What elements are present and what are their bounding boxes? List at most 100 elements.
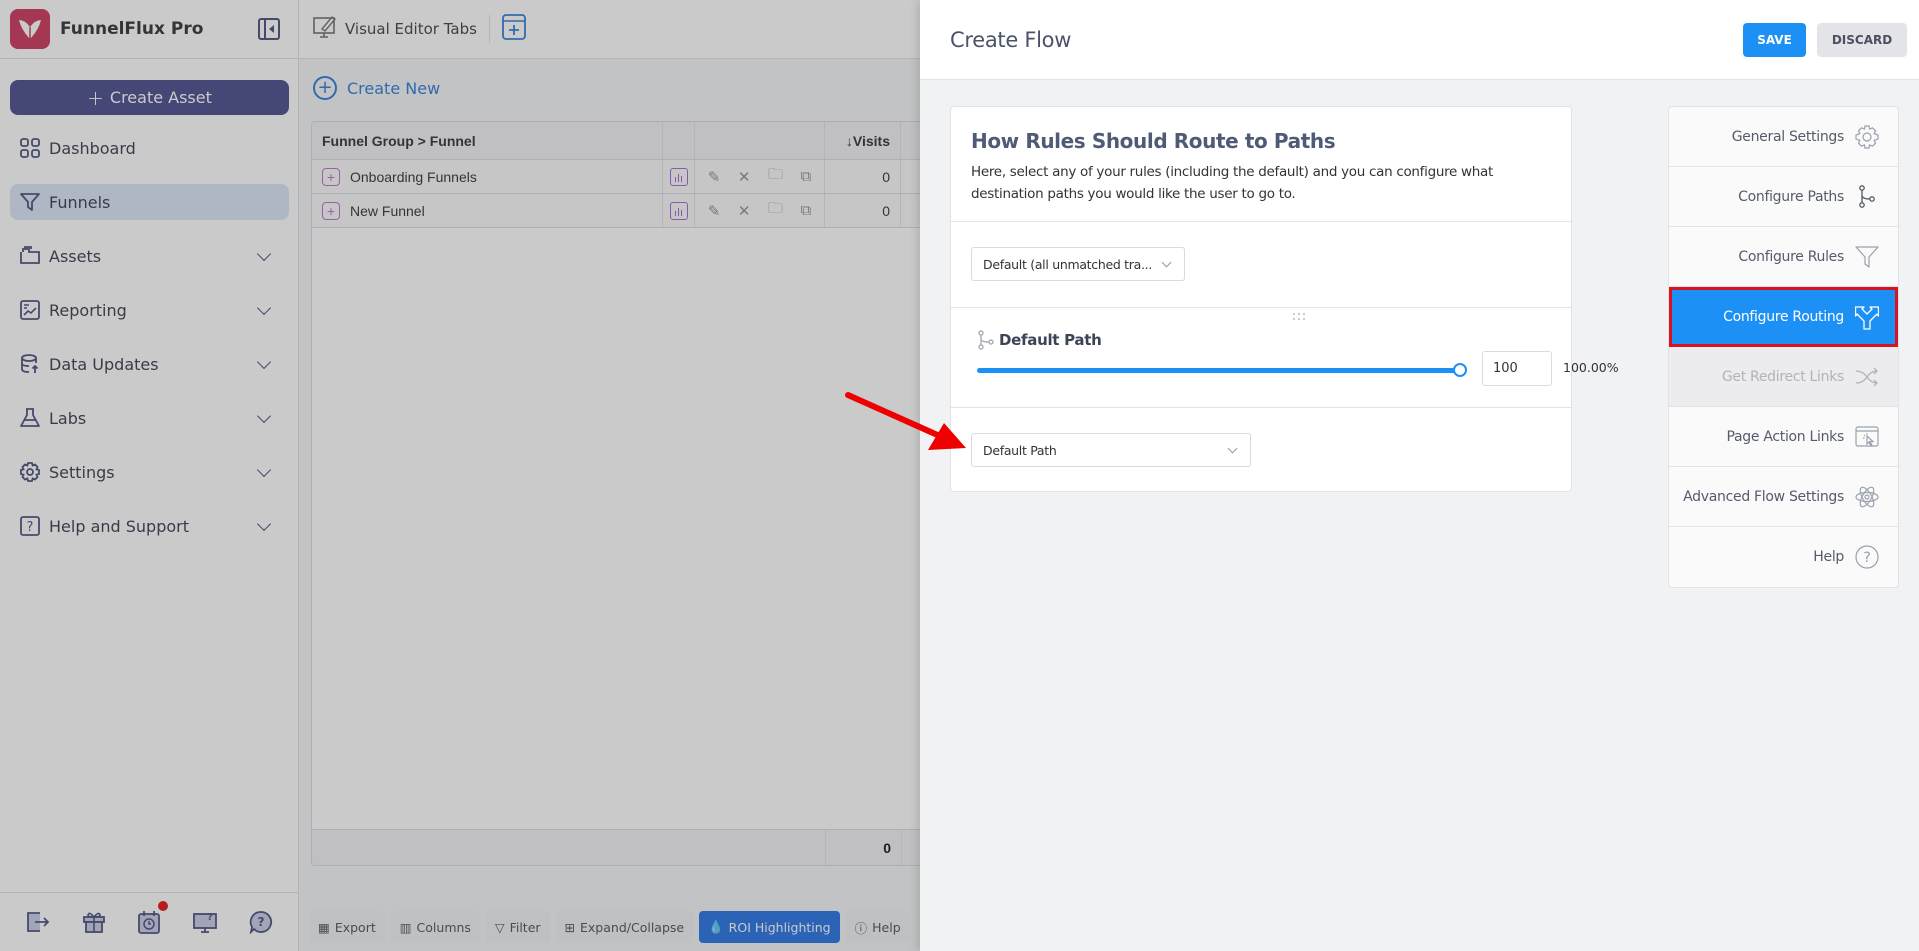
funnel-icon (19, 191, 41, 213)
bar-chart-icon[interactable] (669, 167, 688, 186)
save-button[interactable]: SAVE (1743, 23, 1806, 57)
sidebar: FunnelFlux Pro + Create Asset Dashboard … (0, 0, 299, 951)
path-select[interactable]: Default Path (971, 433, 1251, 467)
plus-circle-icon: + (313, 76, 337, 100)
folder-icon[interactable]: 🗀 (768, 198, 783, 223)
discard-button[interactable]: DISCARD (1817, 23, 1907, 57)
gear-icon (1854, 124, 1880, 150)
menu-help[interactable]: Help ? (1669, 527, 1898, 587)
collapse-sidebar-icon[interactable] (258, 18, 280, 40)
sidebar-item-label: Help and Support (49, 516, 189, 536)
funnel-name-cell: + Onboarding Funnels (312, 160, 663, 193)
delete-x-icon[interactable]: ✕ (738, 168, 751, 186)
edit-pencil-icon[interactable]: ✎ (708, 202, 721, 220)
expand-collapse-button[interactable]: ⊞ Expand/Collapse (555, 911, 694, 943)
brand-logo[interactable] (10, 9, 50, 49)
folder-icon[interactable]: 🗀 (768, 164, 783, 189)
question-circle-icon: ? (1854, 544, 1880, 570)
visual-editor-tabs-label[interactable]: Visual Editor Tabs (345, 20, 477, 38)
menu-page-action-links[interactable]: Page Action Links (1669, 407, 1898, 467)
sidebar-item-label: Assets (49, 246, 102, 266)
question-box-icon: ? (19, 515, 41, 537)
drag-handle-icon[interactable] (1293, 313, 1309, 321)
funnel-name: Onboarding Funnels (350, 168, 477, 185)
menu-configure-paths[interactable]: Configure Paths (1669, 167, 1898, 227)
sidebar-item-label: Data Updates (49, 354, 159, 374)
total-visits: 0 (826, 830, 902, 865)
atom-icon (1854, 484, 1880, 510)
edit-pencil-icon[interactable]: ✎ (708, 168, 721, 186)
table-toolbar: ▦ Export ▥ Columns ▽ Filter ⊞ Expand/Col… (309, 911, 910, 943)
filter-icon (1854, 244, 1880, 270)
notification-dot (158, 901, 169, 911)
chevron-down-icon (1227, 443, 1238, 454)
menu-configure-routing[interactable]: Configure Routing (1669, 287, 1898, 347)
menu-label: Configure Paths (1738, 188, 1844, 205)
delete-x-icon[interactable]: ✕ (738, 202, 751, 220)
filter-button[interactable]: ▽ Filter (485, 911, 550, 943)
report-chart-icon (19, 299, 41, 321)
roi-highlighting-button[interactable]: 💧 ROI Highlighting (699, 911, 840, 943)
routing-title: How Rules Should Route to Paths (971, 129, 1336, 153)
menu-label: Page Action Links (1726, 428, 1844, 445)
path-weight-percent: 100.00% (1563, 360, 1619, 375)
visits-cell: 0 (825, 194, 901, 227)
rule-select[interactable]: Default (all unmatched tra... (971, 247, 1185, 281)
sidebar-item-assets[interactable]: Assets (10, 238, 289, 274)
svg-text:?: ? (27, 520, 34, 535)
chevron-down-icon (256, 300, 272, 316)
export-button[interactable]: ▦ Export (309, 911, 385, 943)
column-header-chart (663, 122, 695, 159)
path-name: Default Path (999, 331, 1102, 349)
help-button[interactable]: ⓘ Help (845, 911, 910, 943)
plus-icon: + (87, 85, 104, 110)
sidebar-item-funnels[interactable]: Funnels (10, 184, 289, 220)
sidebar-item-settings[interactable]: Settings (10, 454, 289, 490)
menu-label: Help (1813, 549, 1844, 565)
menu-general-settings[interactable]: General Settings (1669, 107, 1898, 167)
path-weight-slider[interactable] (977, 363, 1467, 377)
sidebar-item-help-and-support[interactable]: ? Help and Support (10, 508, 289, 544)
calendar-clock-icon[interactable] (136, 901, 169, 935)
logout-icon[interactable] (25, 909, 51, 935)
path-weight-input[interactable]: 100 (1482, 351, 1552, 386)
duplicate-icon[interactable]: ⧉ (800, 202, 811, 219)
funnelflux-logo-icon (19, 20, 41, 38)
create-asset-button[interactable]: + Create Asset (10, 80, 289, 115)
gift-icon[interactable] (81, 909, 107, 935)
menu-advanced-flow-settings[interactable]: Advanced Flow Settings (1669, 467, 1898, 527)
column-header-visits[interactable]: ↓ Visits (825, 122, 901, 159)
create-new-button[interactable]: + Create New (313, 76, 440, 100)
routing-intro: How Rules Should Route to Paths Here, se… (951, 107, 1571, 222)
columns-button[interactable]: ▥ Columns (390, 911, 480, 943)
actions-cell: ✎ ✕ 🗀 ⧉ (695, 160, 825, 193)
monitor-help-icon[interactable]: ? (192, 909, 218, 935)
expand-row-icon[interactable]: + (322, 201, 340, 220)
sidebar-item-labs[interactable]: Labs (10, 400, 289, 436)
sidebar-item-label: Dashboard (49, 138, 136, 158)
brand-header: FunnelFlux Pro (0, 0, 298, 59)
branch-icon (978, 330, 994, 350)
sort-desc-icon: ↓ (845, 132, 853, 149)
roi-highlighting-label: ROI Highlighting (728, 919, 831, 935)
new-tab-icon[interactable] (502, 13, 526, 45)
total-spacer (312, 830, 826, 865)
menu-configure-rules[interactable]: Configure Rules (1669, 227, 1898, 287)
svg-text:?: ? (1863, 550, 1870, 566)
chevron-down-icon (256, 462, 272, 478)
column-header-funnel[interactable]: Funnel Group > Funnel (312, 122, 663, 159)
expand-row-icon[interactable]: + (322, 167, 340, 186)
sidebar-item-dashboard[interactable]: Dashboard (10, 130, 289, 166)
sidebar-item-data-updates[interactable]: Data Updates (10, 346, 289, 382)
menu-label: Configure Routing (1723, 308, 1844, 325)
slider-thumb[interactable] (1453, 363, 1467, 377)
svg-text:?: ? (207, 912, 213, 923)
database-upload-icon (19, 353, 41, 375)
sidebar-item-reporting[interactable]: Reporting (10, 292, 289, 328)
menu-label: Advanced Flow Settings (1683, 488, 1844, 505)
duplicate-icon[interactable]: ⧉ (800, 168, 811, 185)
bar-chart-icon[interactable] (669, 201, 688, 220)
chat-help-icon[interactable]: ? (248, 909, 274, 935)
sidebar-nav: Dashboard Funnels Assets Reporting Data … (10, 130, 289, 562)
chevron-down-icon (256, 246, 272, 262)
